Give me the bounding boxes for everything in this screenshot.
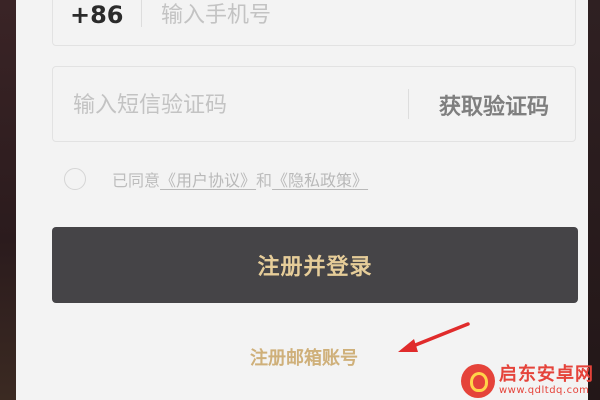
privacy-policy-link[interactable]: 《隐私政策》 bbox=[272, 167, 368, 191]
phone-input[interactable] bbox=[161, 0, 541, 33]
watermark-title: 启东安卓网 bbox=[499, 364, 594, 385]
watermark-url: www.qdltdq.com bbox=[499, 385, 590, 396]
background-right bbox=[586, 0, 600, 400]
agree-checkbox[interactable] bbox=[64, 168, 86, 190]
register-email-account-link[interactable]: 注册邮箱账号 bbox=[250, 344, 358, 370]
country-code[interactable]: +86 bbox=[70, 1, 124, 29]
phone-divider bbox=[141, 0, 142, 27]
register-panel bbox=[16, 0, 588, 400]
red-arrow-icon bbox=[398, 322, 470, 352]
background-left bbox=[0, 0, 16, 400]
phone-field: +86 bbox=[52, 0, 576, 46]
sms-code-field: 获取验证码 bbox=[52, 66, 576, 142]
agreement-text: 已同意 《用户协议》 和 《隐私政策》 bbox=[112, 167, 368, 191]
agreement-conjunction: 和 bbox=[256, 171, 273, 190]
agreement-row: 已同意 《用户协议》 和 《隐私政策》 bbox=[64, 166, 368, 192]
get-code-button[interactable]: 获取验证码 bbox=[425, 89, 563, 121]
register-login-button[interactable]: 注册并登录 bbox=[52, 227, 578, 303]
user-agreement-link[interactable]: 《用户协议》 bbox=[160, 167, 256, 191]
qdltdq-logo-icon bbox=[461, 364, 495, 398]
agreement-prefix: 已同意 bbox=[112, 171, 161, 190]
sms-divider bbox=[408, 89, 409, 119]
watermark: 启东安卓网 www.qdltdq.com bbox=[461, 364, 594, 398]
sms-code-input[interactable] bbox=[73, 87, 393, 123]
